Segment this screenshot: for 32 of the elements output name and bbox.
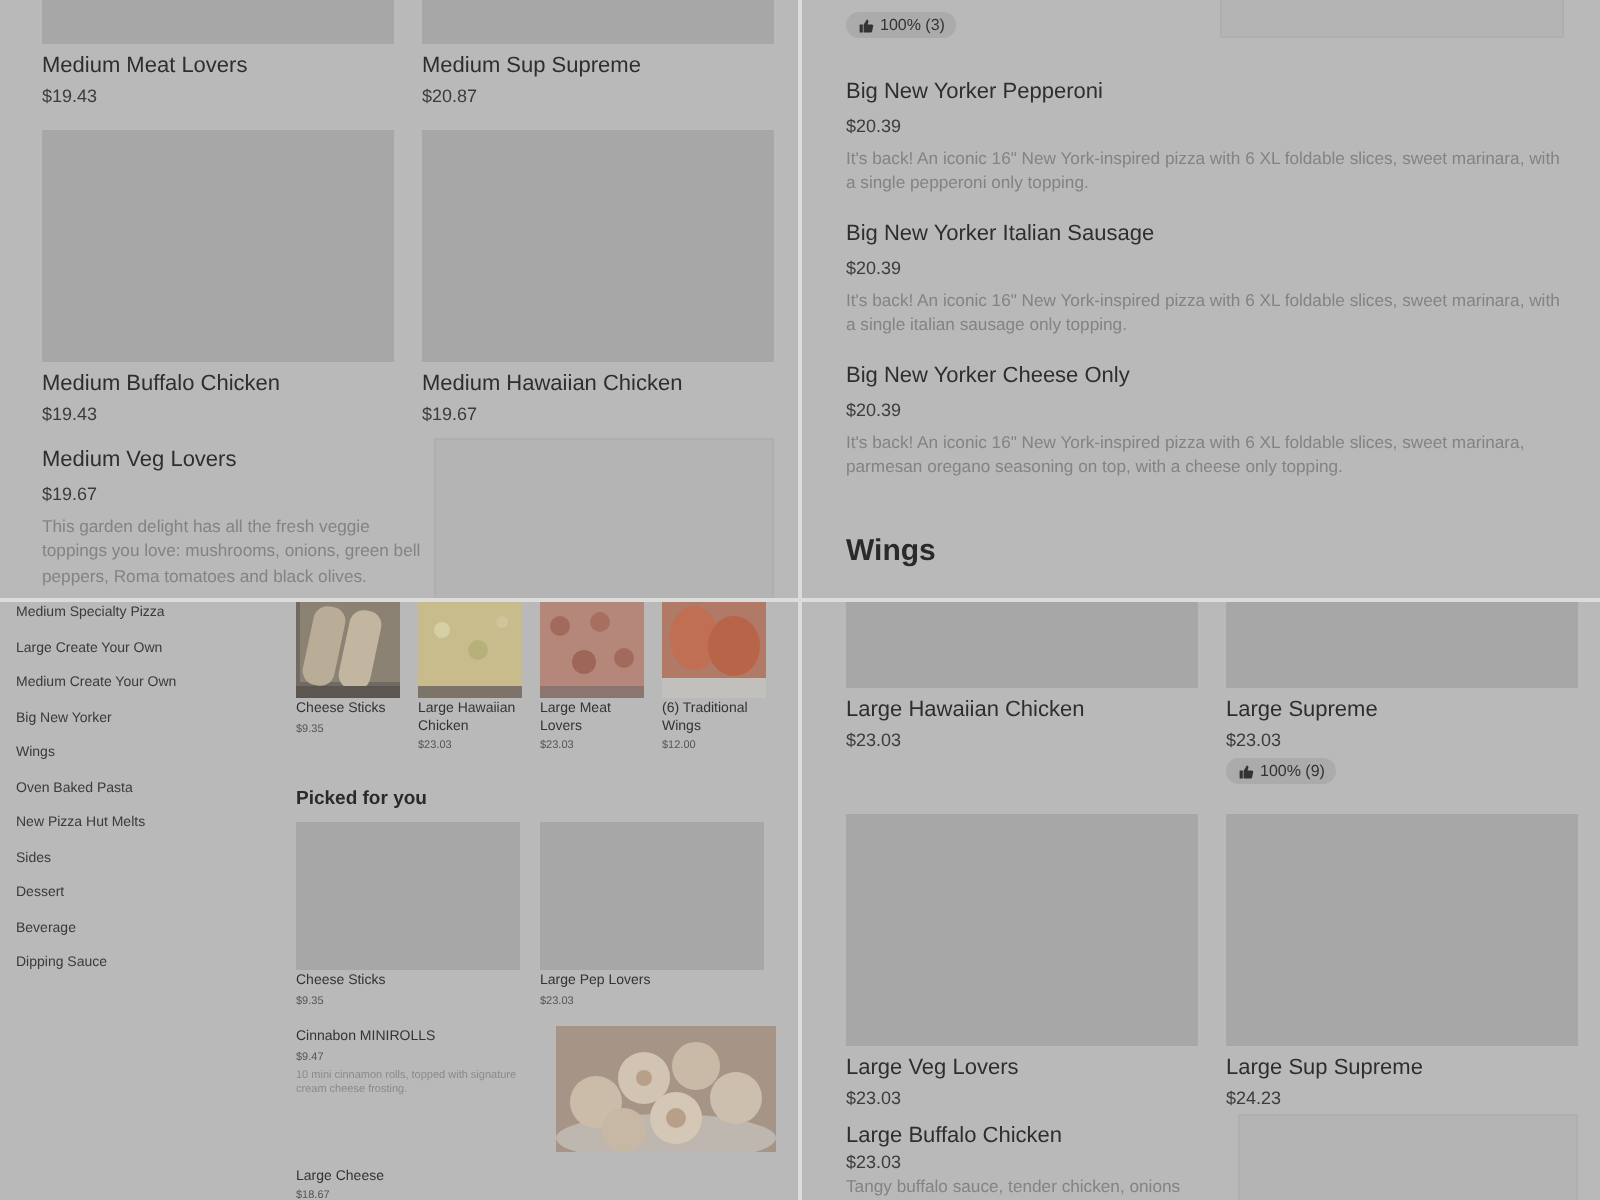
item-name[interactable]: Large Hawaiian Chicken: [846, 698, 1198, 722]
item-price: $20.39: [846, 257, 904, 278]
item-name[interactable]: Large Veg Lovers: [846, 1055, 1198, 1079]
item-price: $20.39: [846, 116, 904, 136]
item-name[interactable]: Big New Yorker Italian Sausage: [846, 221, 1564, 246]
item-name[interactable]: Large Supreme: [1226, 698, 1578, 722]
thumbs-up-icon: [858, 17, 874, 33]
item-name[interactable]: Medium Buffalo Chicken: [42, 372, 394, 396]
rating-badge: 100% (3): [846, 12, 957, 38]
item-price: $23.03: [846, 1151, 904, 1171]
thumbs-up-icon: [1238, 763, 1254, 779]
item-name[interactable]: Large Sup Supreme: [1226, 1055, 1578, 1079]
item-name[interactable]: Medium Veg Lovers: [42, 448, 422, 472]
item-price: $23.03: [846, 730, 904, 750]
item-price: $23.03: [846, 1087, 904, 1107]
item-name[interactable]: Big New Yorker Pepperoni: [846, 80, 1564, 104]
item-price: $19.43: [42, 404, 100, 424]
item-name[interactable]: Large Buffalo Chicken: [846, 1123, 1226, 1147]
rating-badge: 100% (9): [1226, 758, 1337, 784]
item-name[interactable]: Medium Hawaiian Chicken: [422, 372, 774, 396]
item-price: $20.39: [846, 399, 904, 420]
item-price: $19.67: [42, 484, 100, 504]
item-price: $24.23: [1226, 1087, 1284, 1107]
section-heading: Picked for you: [296, 788, 429, 810]
item-price: $19.43: [42, 86, 100, 106]
item-price: $19.67: [422, 404, 480, 424]
item-name[interactable]: Medium Meat Lovers: [42, 54, 394, 78]
item-name[interactable]: Medium Sup Supreme: [422, 54, 774, 78]
item-name[interactable]: Big New Yorker Cheese Only: [846, 363, 1564, 388]
item-price: $23.03: [1226, 730, 1284, 750]
section-heading: Wings: [846, 534, 938, 569]
item-price: $20.87: [422, 86, 480, 106]
